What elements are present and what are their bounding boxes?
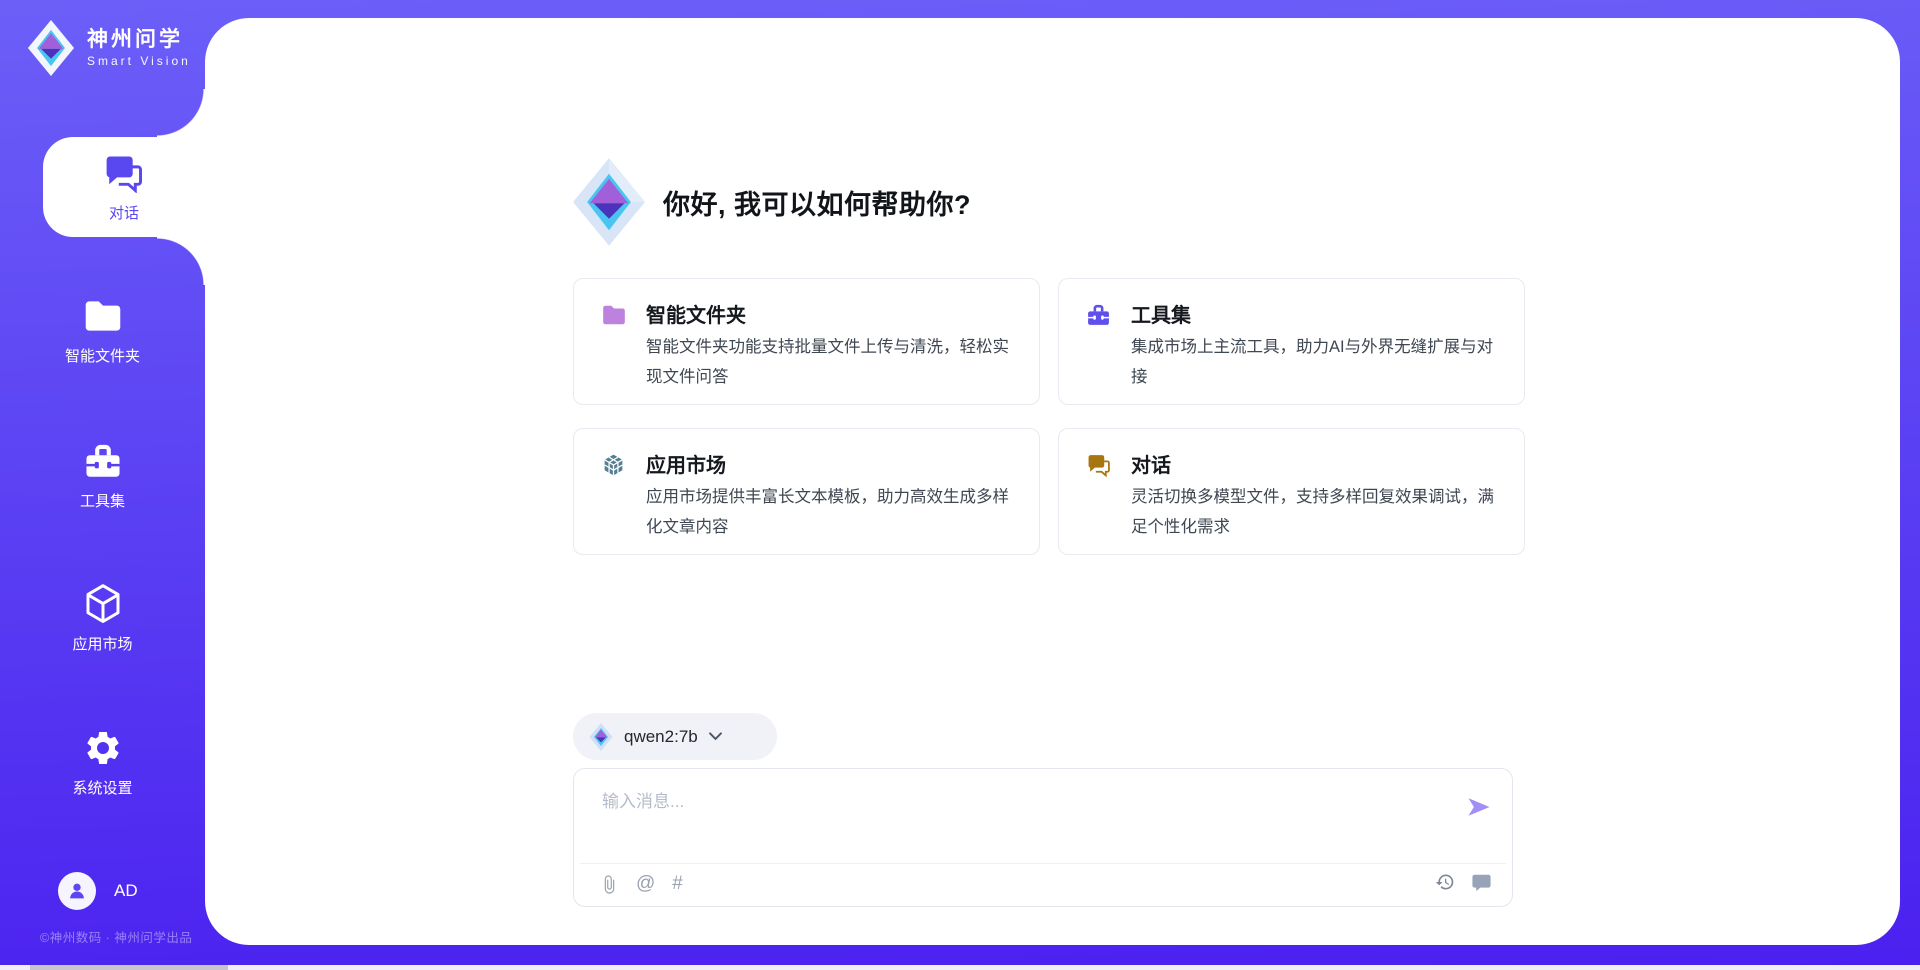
brand-subtitle: Smart Vision	[87, 54, 191, 68]
cube-icon	[601, 453, 629, 477]
card-title: 对话	[1131, 449, 1171, 478]
card-title: 应用市场	[646, 449, 726, 478]
composer-left-tools: @ #	[600, 872, 683, 896]
card-toolset[interactable]: 工具集 集成市场上主流工具，助力AI与外界无缝扩展与对接	[1058, 278, 1525, 405]
send-icon	[1465, 793, 1493, 821]
card-chat[interactable]: 对话 灵活切换多模型文件，支持多样回复效果调试，满足个性化需求	[1058, 428, 1525, 555]
composer-right-tools	[1435, 872, 1492, 892]
page-title: 你好, 我可以如何帮助你?	[663, 183, 971, 222]
brand: 神州问学 Smart Vision	[26, 20, 191, 76]
history-button[interactable]	[1435, 872, 1455, 892]
composer-divider	[580, 863, 1506, 864]
card-title: 智能文件夹	[646, 299, 746, 328]
model-selector[interactable]: qwen2:7b	[573, 713, 777, 760]
message-input[interactable]	[600, 785, 1434, 855]
folder-icon	[81, 294, 125, 338]
avatar	[58, 872, 96, 910]
chat-icon	[102, 151, 146, 195]
comment-button[interactable]	[1471, 873, 1492, 892]
cube-icon	[81, 582, 125, 626]
paperclip-icon	[600, 874, 619, 895]
greeting-row: 你好, 我可以如何帮助你?	[573, 158, 971, 246]
history-icon	[1435, 872, 1455, 892]
brand-name: 神州问学	[87, 28, 191, 52]
model-name: qwen2:7b	[624, 727, 698, 747]
scrollbar-thumb[interactable]	[30, 965, 228, 970]
sidebar-item-label: 工具集	[80, 490, 125, 511]
brand-diamond-logo	[26, 20, 76, 76]
sidebar-item-app-market[interactable]: 应用市场	[0, 568, 205, 668]
card-description: 灵活切换多模型文件，支持多样回复效果调试，满足个性化需求	[1131, 482, 1498, 542]
message-composer: @ #	[573, 768, 1513, 907]
sidebar-item-label: 应用市场	[72, 633, 132, 654]
sidebar-item-label: 智能文件夹	[65, 345, 140, 366]
gear-icon	[81, 726, 125, 770]
send-button[interactable]	[1464, 793, 1494, 823]
sidebar-item-settings[interactable]: 系统设置	[0, 712, 205, 812]
card-smart-folder[interactable]: 智能文件夹 智能文件夹功能支持批量文件上传与清洗，轻松实现文件问答	[573, 278, 1040, 405]
toolbox-icon	[1086, 303, 1114, 327]
user-label: AD	[114, 881, 138, 901]
sidebar-item-chat[interactable]: 对话	[43, 137, 205, 237]
card-description: 智能文件夹功能支持批量文件上传与清洗，轻松实现文件问答	[646, 332, 1013, 392]
sidebar-item-toolset[interactable]: 工具集	[0, 425, 205, 525]
feature-cards: 智能文件夹 智能文件夹功能支持批量文件上传与清洗，轻松实现文件问答 工具集 集成…	[573, 278, 1525, 555]
card-description: 集成市场上主流工具，助力AI与外界无缝扩展与对接	[1131, 332, 1498, 392]
user-menu[interactable]: AD	[58, 872, 138, 910]
main-panel: 你好, 我可以如何帮助你? 智能文件夹 智能文件夹功能支持批量文件上传与清洗，轻…	[205, 18, 1900, 945]
card-app-market[interactable]: 应用市场 应用市场提供丰富长文本模板，助力高效生成多样化文章内容	[573, 428, 1040, 555]
brand-diamond-logo	[573, 158, 645, 246]
toolbox-icon	[81, 439, 125, 483]
horizontal-scrollbar[interactable]	[0, 965, 1920, 970]
mention-button[interactable]: @	[636, 872, 655, 896]
chat-icon	[1086, 453, 1114, 477]
sidebar-footer: ©神州数码 · 神州问学出品	[40, 927, 210, 946]
attachment-button[interactable]	[600, 874, 619, 895]
card-title: 工具集	[1131, 299, 1191, 328]
folder-icon	[601, 303, 629, 327]
sidebar-item-label: 系统设置	[72, 777, 132, 798]
person-icon	[66, 880, 88, 902]
sidebar: 神州问学 Smart Vision 对话 智能文件夹	[0, 0, 205, 970]
card-description: 应用市场提供丰富长文本模板，助力高效生成多样化文章内容	[646, 482, 1013, 542]
chevron-down-icon	[709, 732, 722, 741]
sidebar-item-smart-folder[interactable]: 智能文件夹	[0, 280, 205, 380]
model-diamond-icon	[589, 723, 613, 751]
topic-button[interactable]: #	[672, 872, 683, 896]
comment-icon	[1471, 873, 1492, 892]
sidebar-item-label: 对话	[109, 202, 139, 223]
